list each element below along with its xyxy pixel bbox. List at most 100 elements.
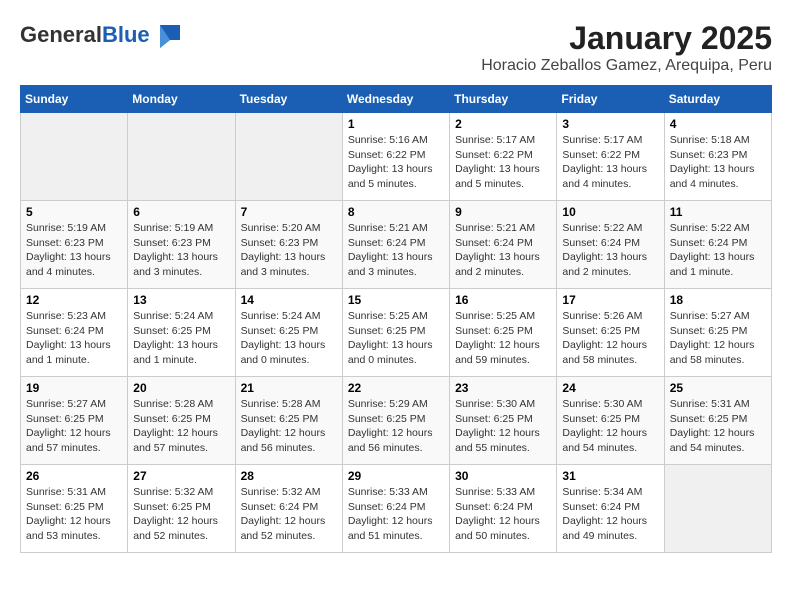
day-info: Sunrise: 5:24 AM Sunset: 6:25 PM Dayligh…	[133, 309, 229, 368]
calendar-cell	[664, 465, 771, 553]
day-number: 26	[26, 469, 122, 483]
calendar-title: January 2025	[481, 20, 772, 57]
weekday-header: Wednesday	[342, 86, 449, 113]
day-number: 25	[670, 381, 766, 395]
day-info: Sunrise: 5:17 AM Sunset: 6:22 PM Dayligh…	[455, 133, 551, 192]
day-number: 15	[348, 293, 444, 307]
calendar-cell: 6Sunrise: 5:19 AM Sunset: 6:23 PM Daylig…	[128, 201, 235, 289]
day-info: Sunrise: 5:33 AM Sunset: 6:24 PM Dayligh…	[348, 485, 444, 544]
calendar-cell: 24Sunrise: 5:30 AM Sunset: 6:25 PM Dayli…	[557, 377, 664, 465]
calendar-week-row: 1 Sunrise: 5:16 AM Sunset: 6:22 PM Daylig…	[21, 113, 772, 201]
calendar-cell: 10 Sunrise: 5:22 AM Sunset: 6:24 PM Dayli…	[557, 201, 664, 289]
day-info: Sunrise: 5:32 AM Sunset: 6:25 PM Dayligh…	[133, 485, 229, 544]
title-block: January 2025 Horacio Zeballos Gamez, Are…	[481, 20, 772, 75]
calendar-cell: 23 Sunrise: 5:30 AM Sunset: 6:25 PM Dayli…	[450, 377, 557, 465]
weekday-header: Thursday	[450, 86, 557, 113]
calendar-cell: 30 Sunrise: 5:33 AM Sunset: 6:24 PM Dayli…	[450, 465, 557, 553]
logo-text: GeneralBlue	[20, 23, 150, 47]
day-number: 22	[348, 381, 444, 395]
day-info: Sunrise: 5:19 AM Sunset: 6:23 PM Dayligh…	[26, 221, 122, 280]
day-number: 9	[455, 205, 551, 219]
day-info: Sunrise: 5:21 AM Sunset: 6:24 PM Dayligh…	[348, 221, 444, 280]
calendar-cell: 11Sunrise: 5:22 AM Sunset: 6:24 PM Dayli…	[664, 201, 771, 289]
day-number: 12	[26, 293, 122, 307]
day-number: 29	[348, 469, 444, 483]
day-info: Sunrise: 5:24 AM Sunset: 6:25 PM Dayligh…	[241, 309, 337, 368]
day-info: Sunrise: 5:23 AM Sunset: 6:24 PM Dayligh…	[26, 309, 122, 368]
calendar-week-row: 5Sunrise: 5:19 AM Sunset: 6:23 PM Daylig…	[21, 201, 772, 289]
calendar-table: SundayMondayTuesdayWednesdayThursdayFrid…	[20, 85, 772, 553]
calendar-cell	[128, 113, 235, 201]
calendar-cell: 16 Sunrise: 5:25 AM Sunset: 6:25 PM Dayli…	[450, 289, 557, 377]
day-info: Sunrise: 5:25 AM Sunset: 6:25 PM Dayligh…	[348, 309, 444, 368]
day-info: Sunrise: 5:27 AM Sunset: 6:25 PM Dayligh…	[26, 397, 122, 456]
day-info: Sunrise: 5:22 AM Sunset: 6:24 PM Dayligh…	[562, 221, 658, 280]
day-number: 27	[133, 469, 229, 483]
day-info: Sunrise: 5:29 AM Sunset: 6:25 PM Dayligh…	[348, 397, 444, 456]
calendar-cell: 7Sunrise: 5:20 AM Sunset: 6:23 PM Daylig…	[235, 201, 342, 289]
day-number: 10	[562, 205, 658, 219]
weekday-header-row: SundayMondayTuesdayWednesdayThursdayFrid…	[21, 86, 772, 113]
day-number: 16	[455, 293, 551, 307]
day-info: Sunrise: 5:33 AM Sunset: 6:24 PM Dayligh…	[455, 485, 551, 544]
calendar-cell: 31 Sunrise: 5:34 AM Sunset: 6:24 PM Dayli…	[557, 465, 664, 553]
calendar-subtitle: Horacio Zeballos Gamez, Arequipa, Peru	[481, 57, 772, 75]
calendar-cell: 22 Sunrise: 5:29 AM Sunset: 6:25 PM Dayli…	[342, 377, 449, 465]
calendar-cell: 25 Sunrise: 5:31 AM Sunset: 6:25 PM Dayli…	[664, 377, 771, 465]
calendar-week-row: 19 Sunrise: 5:27 AM Sunset: 6:25 PM Dayli…	[21, 377, 772, 465]
calendar-week-row: 12 Sunrise: 5:23 AM Sunset: 6:24 PM Dayli…	[21, 289, 772, 377]
weekday-header: Monday	[128, 86, 235, 113]
day-number: 4	[670, 117, 766, 131]
day-number: 6	[133, 205, 229, 219]
day-number: 11	[670, 205, 766, 219]
calendar-cell: 18 Sunrise: 5:27 AM Sunset: 6:25 PM Dayli…	[664, 289, 771, 377]
weekday-header: Saturday	[664, 86, 771, 113]
weekday-header: Sunday	[21, 86, 128, 113]
weekday-header: Friday	[557, 86, 664, 113]
weekday-header: Tuesday	[235, 86, 342, 113]
calendar-cell: 3Sunrise: 5:17 AM Sunset: 6:22 PM Daylig…	[557, 113, 664, 201]
day-number: 14	[241, 293, 337, 307]
calendar-cell: 4Sunrise: 5:18 AM Sunset: 6:23 PM Daylig…	[664, 113, 771, 201]
calendar-cell: 20Sunrise: 5:28 AM Sunset: 6:25 PM Dayli…	[128, 377, 235, 465]
calendar-cell: 26 Sunrise: 5:31 AM Sunset: 6:25 PM Dayli…	[21, 465, 128, 553]
day-number: 19	[26, 381, 122, 395]
day-info: Sunrise: 5:26 AM Sunset: 6:25 PM Dayligh…	[562, 309, 658, 368]
day-number: 8	[348, 205, 444, 219]
calendar-cell: 14 Sunrise: 5:24 AM Sunset: 6:25 PM Dayli…	[235, 289, 342, 377]
calendar-cell: 1 Sunrise: 5:16 AM Sunset: 6:22 PM Daylig…	[342, 113, 449, 201]
day-number: 2	[455, 117, 551, 131]
logo: GeneralBlue	[20, 20, 182, 50]
logo-icon	[152, 20, 182, 50]
day-info: Sunrise: 5:30 AM Sunset: 6:25 PM Dayligh…	[562, 397, 658, 456]
calendar-cell: 13 Sunrise: 5:24 AM Sunset: 6:25 PM Dayli…	[128, 289, 235, 377]
calendar-cell: 19 Sunrise: 5:27 AM Sunset: 6:25 PM Dayli…	[21, 377, 128, 465]
day-info: Sunrise: 5:34 AM Sunset: 6:24 PM Dayligh…	[562, 485, 658, 544]
day-number: 3	[562, 117, 658, 131]
day-info: Sunrise: 5:27 AM Sunset: 6:25 PM Dayligh…	[670, 309, 766, 368]
day-number: 31	[562, 469, 658, 483]
calendar-cell: 29 Sunrise: 5:33 AM Sunset: 6:24 PM Dayli…	[342, 465, 449, 553]
day-info: Sunrise: 5:32 AM Sunset: 6:24 PM Dayligh…	[241, 485, 337, 544]
day-number: 23	[455, 381, 551, 395]
day-number: 13	[133, 293, 229, 307]
page-header: GeneralBlue January 2025 Horacio Zeballo…	[20, 20, 772, 75]
day-number: 1	[348, 117, 444, 131]
calendar-cell: 17 Sunrise: 5:26 AM Sunset: 6:25 PM Dayli…	[557, 289, 664, 377]
day-number: 7	[241, 205, 337, 219]
day-info: Sunrise: 5:30 AM Sunset: 6:25 PM Dayligh…	[455, 397, 551, 456]
calendar-cell: 5Sunrise: 5:19 AM Sunset: 6:23 PM Daylig…	[21, 201, 128, 289]
day-number: 28	[241, 469, 337, 483]
day-number: 17	[562, 293, 658, 307]
day-number: 30	[455, 469, 551, 483]
day-info: Sunrise: 5:31 AM Sunset: 6:25 PM Dayligh…	[26, 485, 122, 544]
day-info: Sunrise: 5:16 AM Sunset: 6:22 PM Dayligh…	[348, 133, 444, 192]
calendar-cell: 28 Sunrise: 5:32 AM Sunset: 6:24 PM Dayli…	[235, 465, 342, 553]
calendar-cell: 15 Sunrise: 5:25 AM Sunset: 6:25 PM Dayli…	[342, 289, 449, 377]
day-info: Sunrise: 5:25 AM Sunset: 6:25 PM Dayligh…	[455, 309, 551, 368]
day-number: 18	[670, 293, 766, 307]
calendar-cell	[21, 113, 128, 201]
calendar-cell: 9Sunrise: 5:21 AM Sunset: 6:24 PM Daylig…	[450, 201, 557, 289]
day-info: Sunrise: 5:31 AM Sunset: 6:25 PM Dayligh…	[670, 397, 766, 456]
day-number: 21	[241, 381, 337, 395]
